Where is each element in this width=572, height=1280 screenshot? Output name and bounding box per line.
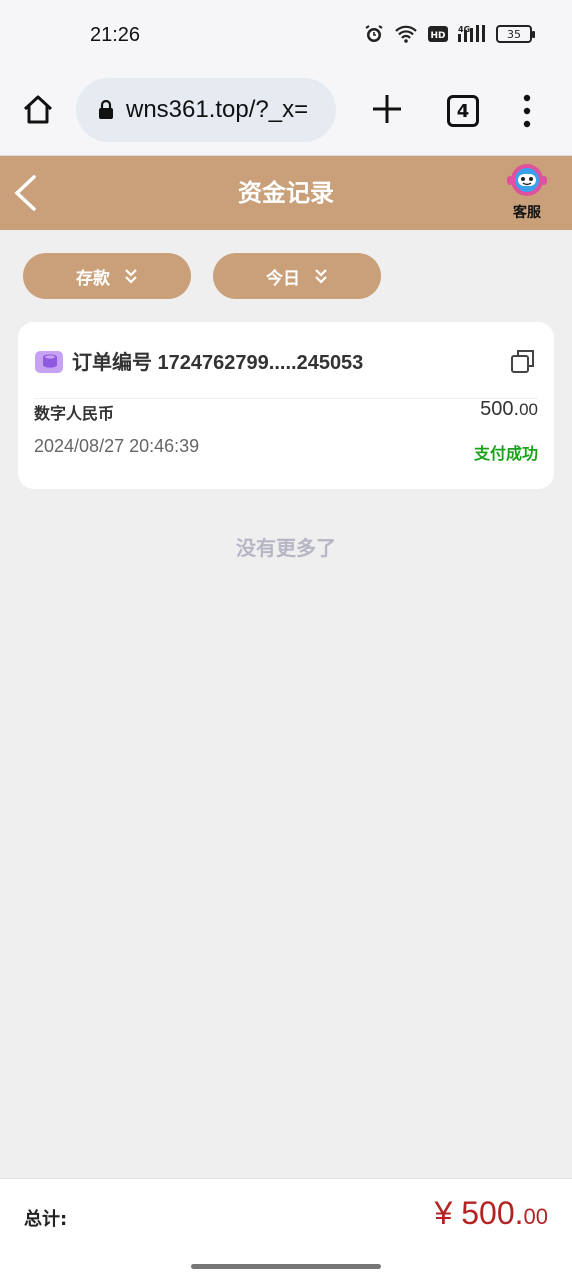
home-indicator[interactable]	[191, 1264, 381, 1269]
more-menu-icon[interactable]	[522, 94, 532, 128]
amount-integer: 500.	[480, 398, 520, 420]
filter-date-dropdown[interactable]: 今日	[213, 253, 381, 299]
order-row: 订单编号 1724762799.....245053	[34, 346, 363, 375]
robot-avatar-icon	[507, 164, 547, 196]
double-chevron-down-icon	[315, 269, 327, 284]
battery-level: 35	[507, 27, 521, 41]
customer-service-label: 客服	[513, 205, 541, 221]
filter-type-label: 存款	[76, 268, 110, 289]
home-icon[interactable]	[20, 92, 56, 128]
hd-icon: HD	[428, 26, 448, 42]
status-badge: 支付成功	[473, 444, 538, 463]
total-integer: ¥ 500.	[434, 1195, 524, 1231]
wifi-icon	[395, 25, 417, 43]
filter-type-dropdown[interactable]: 存款	[23, 253, 191, 299]
url-text: wns361.top/?_x=	[126, 96, 309, 123]
total-value: ¥ 500.00	[435, 1195, 548, 1232]
amount-decimal: 00	[519, 400, 538, 419]
back-icon[interactable]	[12, 174, 38, 212]
page-title: 资金记录	[238, 179, 334, 207]
battery-icon: 35	[496, 25, 535, 43]
tab-switcher-button[interactable]: 4	[447, 95, 479, 127]
address-bar[interactable]: wns361.top/?_x=	[76, 78, 336, 142]
customer-service-button[interactable]: 客服	[500, 162, 554, 222]
no-more-text: 没有更多了	[236, 536, 336, 560]
record-amount: 500.00	[480, 398, 538, 421]
signal-icon: 4G	[458, 25, 485, 42]
status-bar: 21:26 HD 4G 35	[0, 0, 572, 70]
alarm-icon	[365, 25, 383, 42]
browser-toolbar: wns361.top/?_x= 4	[0, 70, 572, 156]
total-label: 总计:	[24, 1209, 68, 1230]
filter-date-label: 今日	[266, 268, 300, 289]
card-divider	[34, 398, 538, 399]
order-number: 订单编号 1724762799.....245053	[72, 352, 364, 374]
new-tab-icon[interactable]	[370, 92, 404, 126]
total-footer: 总计: ¥ 500.00	[0, 1178, 572, 1256]
page-header: 资金记录 客服	[0, 156, 572, 230]
svg-text:HD: HD	[430, 31, 445, 41]
record-card[interactable]: 订单编号 1724762799.....245053 数字人民币 500.00 …	[18, 322, 554, 489]
coin-stack-icon	[35, 350, 63, 373]
gesture-bar	[0, 1256, 572, 1280]
record-datetime: 2024/08/27 20:46:39	[34, 436, 200, 456]
copy-icon[interactable]	[510, 348, 536, 374]
tab-count: 4	[456, 100, 470, 122]
status-icons: HD 4G 35	[364, 24, 535, 44]
double-chevron-down-icon	[125, 269, 137, 284]
lock-icon	[99, 100, 113, 119]
status-time: 21:26	[90, 24, 141, 46]
total-decimal: 00	[523, 1204, 548, 1229]
currency-label: 数字人民币	[34, 404, 115, 423]
